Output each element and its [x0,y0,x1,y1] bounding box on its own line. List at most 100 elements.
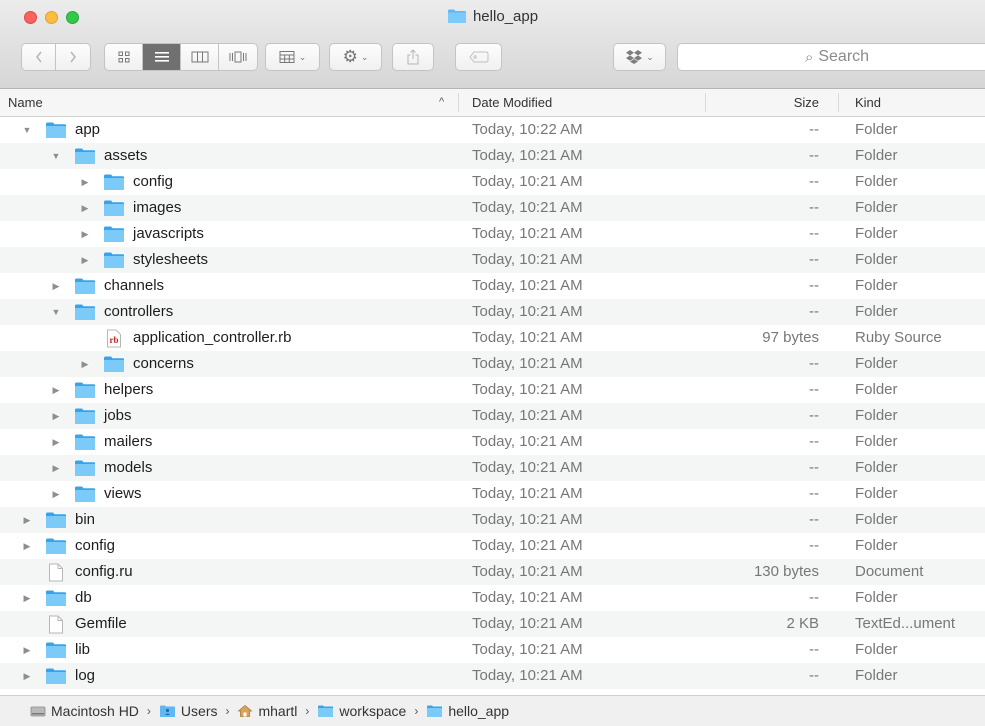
cover-flow-view-button[interactable] [219,44,257,70]
column-name-header[interactable]: Name [8,89,43,116]
column-size-header[interactable]: Size [794,89,819,116]
column-date-header[interactable]: Date Modified [472,89,552,116]
column-kind-header[interactable]: Kind [855,89,881,116]
file-date-modified: Today, 10:21 AM [472,667,583,684]
file-size: 97 bytes [762,329,819,346]
file-kind: Folder [855,459,898,476]
disclosure-open-icon[interactable]: ▼ [50,143,62,169]
path-crumb[interactable]: workspace [317,703,406,719]
list-view-button[interactable] [143,44,181,70]
file-row[interactable]: ▶ javascripts Today, 10:21 AM -- Folder [0,221,985,247]
file-name: mailers [104,433,153,450]
file-row[interactable]: ▶ helpers Today, 10:21 AM -- Folder [0,377,985,403]
disclosure-closed-icon[interactable]: ▶ [79,169,91,195]
tag-button[interactable] [455,43,502,71]
column-divider[interactable] [458,93,459,112]
file-kind: Document [855,563,924,580]
file-row[interactable]: ▶ stylesheets Today, 10:21 AM -- Folder [0,247,985,273]
back-forward-control [21,43,91,71]
path-crumb[interactable]: Users [159,703,218,719]
disclosure-closed-icon[interactable]: ▶ [21,637,33,663]
back-button[interactable] [22,44,56,70]
path-bar: Macintosh HD › Users › mhartl › workspace › hell… [0,695,985,726]
file-kind: Folder [855,225,898,242]
column-view-button[interactable] [181,44,219,70]
file-date-modified: Today, 10:21 AM [472,225,583,242]
disclosure-closed-icon[interactable]: ▶ [50,273,62,299]
disclosure-closed-icon[interactable]: ▶ [50,377,62,403]
file-date-modified: Today, 10:21 AM [472,563,583,580]
file-size: -- [809,511,819,528]
file-row[interactable]: config.ru Today, 10:21 AM 130 bytes Documen… [0,559,985,585]
file-size: -- [809,147,819,164]
file-row[interactable]: rb application_controller.rb Today, 10:21 … [0,325,985,351]
file-kind: Folder [855,381,898,398]
file-date-modified: Today, 10:21 AM [472,589,583,606]
file-row[interactable]: ▶ concerns Today, 10:21 AM -- Folder [0,351,985,377]
file-date-modified: Today, 10:21 AM [472,355,583,372]
action-button[interactable]: ⚙ ⌄ [329,43,382,71]
file-list: ▼ app Today, 10:22 AM -- Folder ▼ assets Today,… [0,117,985,695]
icon-view-button[interactable] [105,44,143,70]
file-size: -- [809,303,819,320]
disclosure-closed-icon[interactable]: ▶ [79,247,91,273]
file-row[interactable]: ▶ log Today, 10:21 AM -- Folder [0,663,985,689]
disclosure-closed-icon[interactable]: ▶ [21,507,33,533]
file-size: 2 KB [786,615,819,632]
arrange-grid-icon [279,51,295,63]
file-row[interactable]: ▶ mailers Today, 10:21 AM -- Folder [0,429,985,455]
share-button[interactable] [392,43,434,71]
arrange-button[interactable]: ⌄ [265,43,320,71]
dropbox-button[interactable]: ⌄ [613,43,666,71]
disclosure-closed-icon[interactable]: ▶ [50,403,62,429]
disclosure-closed-icon[interactable]: ▶ [21,533,33,559]
disclosure-closed-icon[interactable]: ▶ [21,663,33,689]
file-row[interactable]: ▼ assets Today, 10:21 AM -- Folder [0,143,985,169]
file-name: lib [75,641,91,658]
chevron-down-icon: ⌄ [298,51,307,62]
file-size: -- [809,667,819,684]
search-field[interactable]: ⌕ Search [677,43,985,71]
file-name: config [75,537,116,554]
disclosure-closed-icon[interactable]: ▶ [79,351,91,377]
file-row[interactable]: ▶ models Today, 10:21 AM -- Folder [0,455,985,481]
window-toolbar: hello_app ⌄ ⚙ ⌄ ⌄ ⌕ Search [0,0,985,89]
path-crumb-label: hello_app [448,703,510,719]
disclosure-open-icon[interactable]: ▼ [21,117,33,143]
disclosure-closed-icon[interactable]: ▶ [50,455,62,481]
file-name: stylesheets [133,251,209,268]
disclosure-closed-icon[interactable]: ▶ [50,429,62,455]
file-row[interactable]: ▶ db Today, 10:21 AM -- Folder [0,585,985,611]
file-row[interactable]: ▶ config Today, 10:21 AM -- Folder [0,169,985,195]
file-date-modified: Today, 10:21 AM [472,251,583,268]
file-row[interactable]: ▶ lib Today, 10:21 AM -- Folder [0,637,985,663]
file-row[interactable]: ▶ jobs Today, 10:21 AM -- Folder [0,403,985,429]
file-row[interactable]: ▼ controllers Today, 10:21 AM -- Folder [0,299,985,325]
file-row[interactable]: ▶ channels Today, 10:21 AM -- Folder [0,273,985,299]
column-header: Name ^ Date Modified Size Kind [0,89,985,117]
column-divider[interactable] [705,93,706,112]
file-row[interactable]: ▶ views Today, 10:21 AM -- Folder [0,481,985,507]
path-crumb[interactable]: hello_app [426,703,509,719]
file-row[interactable]: Gemfile Today, 10:21 AM 2 KB TextEd...ument [0,611,985,637]
path-crumb[interactable]: mhartl [237,703,297,719]
chevron-right-icon: › [414,704,419,718]
column-divider[interactable] [838,93,839,112]
disclosure-closed-icon[interactable]: ▶ [50,481,62,507]
file-row[interactable]: ▶ config Today, 10:21 AM -- Folder [0,533,985,559]
path-crumb[interactable]: Macintosh HD [30,703,139,719]
file-size: -- [809,537,819,554]
disclosure-open-icon[interactable]: ▼ [50,299,62,325]
file-date-modified: Today, 10:21 AM [472,407,583,424]
forward-button[interactable] [56,44,90,70]
file-row[interactable]: ▶ bin Today, 10:21 AM -- Folder [0,507,985,533]
file-row[interactable]: ▶ images Today, 10:21 AM -- Folder [0,195,985,221]
path-crumb-label: Users [180,703,218,719]
disclosure-closed-icon[interactable]: ▶ [79,221,91,247]
file-kind: Folder [855,147,898,164]
file-date-modified: Today, 10:21 AM [472,641,583,658]
file-row[interactable]: ▼ app Today, 10:22 AM -- Folder [0,117,985,143]
disclosure-closed-icon[interactable]: ▶ [21,585,33,611]
window-title: hello_app [0,8,985,28]
disclosure-closed-icon[interactable]: ▶ [79,195,91,221]
